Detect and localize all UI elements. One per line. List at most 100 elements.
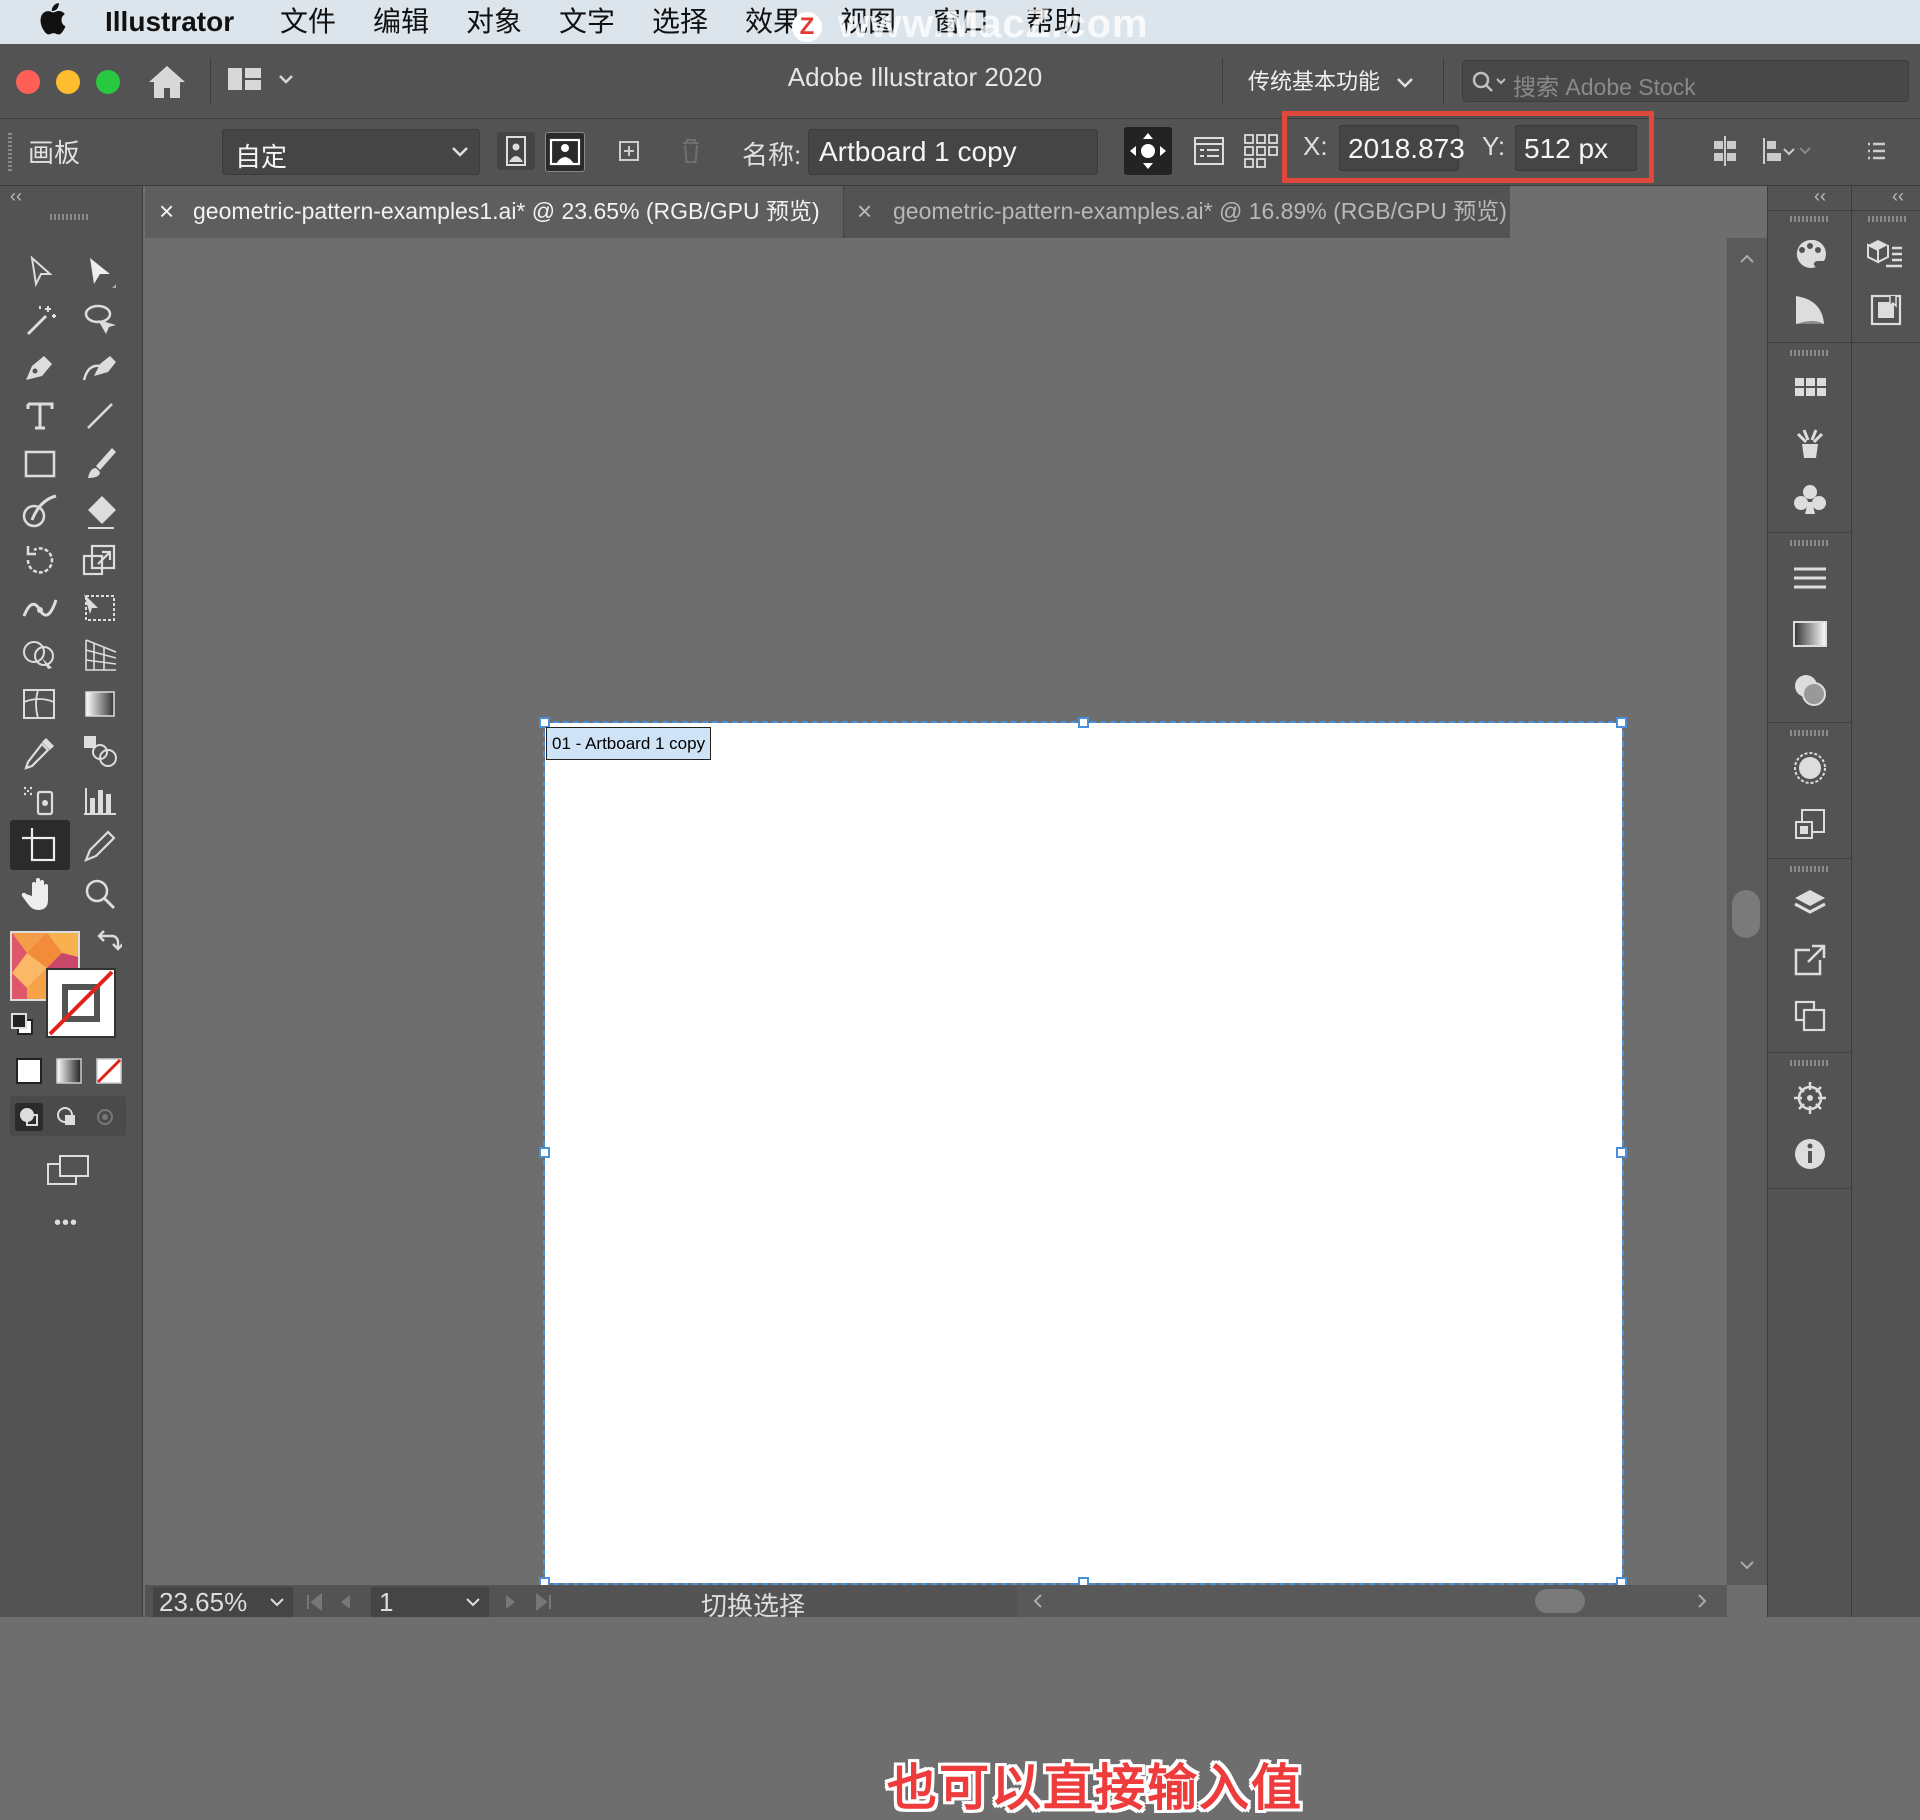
panel-group-grip[interactable] xyxy=(1790,540,1830,546)
distribute-icon[interactable] xyxy=(1758,132,1814,170)
color-guide-icon[interactable] xyxy=(1790,290,1830,330)
home-icon[interactable] xyxy=(146,62,188,102)
collapse-toolbar-button[interactable]: ‹‹ xyxy=(10,186,22,207)
draw-normal-icon[interactable] xyxy=(14,1102,44,1132)
panel-group-grip[interactable] xyxy=(1790,350,1830,356)
layers-panel-icon[interactable] xyxy=(1790,884,1830,924)
resize-handle-n[interactable] xyxy=(1078,717,1089,728)
previous-artboard-icon[interactable] xyxy=(337,1593,353,1611)
transparency-panel-icon[interactable] xyxy=(1790,670,1830,710)
type-tool-icon[interactable] xyxy=(18,394,62,438)
artboard-number-select[interactable]: 1 xyxy=(371,1587,489,1617)
direct-selection-tool-icon[interactable] xyxy=(78,250,122,294)
menu-select[interactable]: 选择 xyxy=(652,4,708,40)
zoom-select[interactable]: 23.65% xyxy=(153,1587,293,1617)
panel-group-grip[interactable] xyxy=(1790,216,1830,222)
first-artboard-icon[interactable] xyxy=(305,1593,325,1611)
y-position-field[interactable]: 512 px xyxy=(1515,125,1637,171)
menu-type[interactable]: 文字 xyxy=(559,4,615,40)
scroll-right-icon[interactable] xyxy=(1697,1593,1709,1609)
panel-group-grip[interactable] xyxy=(1868,216,1906,222)
navigator-panel-icon[interactable] xyxy=(1790,1078,1830,1118)
scroll-up-icon[interactable] xyxy=(1739,252,1755,264)
panel-group-grip[interactable] xyxy=(1790,730,1830,736)
artboard-tool-icon[interactable] xyxy=(18,824,62,868)
libraries-panel-icon[interactable] xyxy=(1866,234,1906,274)
info-panel-icon[interactable] xyxy=(1790,1134,1830,1174)
eyedropper-tool-icon[interactable] xyxy=(18,730,62,774)
menu-edit[interactable]: 编辑 xyxy=(373,4,429,40)
control-bar-grip[interactable] xyxy=(8,133,12,171)
align-icon[interactable] xyxy=(1706,132,1744,170)
vertical-scrollbar[interactable] xyxy=(1727,238,1767,1585)
mesh-tool-icon[interactable] xyxy=(18,682,62,726)
tab-close-icon[interactable]: × xyxy=(159,186,174,236)
export-asset-icon[interactable] xyxy=(1790,940,1830,980)
paintbrush-tool-icon[interactable] xyxy=(78,442,122,486)
tab-close-icon[interactable]: × xyxy=(857,186,872,236)
artboard-options-icon[interactable] xyxy=(1190,132,1228,170)
swatches-panel-icon[interactable] xyxy=(1790,368,1830,408)
rotate-tool-icon[interactable] xyxy=(18,538,62,582)
window-minimize-button[interactable] xyxy=(56,70,80,94)
scale-tool-icon[interactable] xyxy=(78,538,122,582)
slice-tool-icon[interactable] xyxy=(78,824,122,868)
draw-inside-icon[interactable] xyxy=(90,1102,120,1132)
pen-tool-icon[interactable] xyxy=(18,346,62,390)
artboard-name-field[interactable]: Artboard 1 copy xyxy=(808,129,1098,175)
artboard[interactable] xyxy=(543,721,1624,1585)
zoom-tool-icon[interactable] xyxy=(78,872,122,916)
stock-search-field[interactable]: 搜索 Adobe Stock xyxy=(1462,60,1909,102)
lasso-tool-icon[interactable] xyxy=(78,298,122,342)
graphic-styles-icon[interactable] xyxy=(1790,804,1830,844)
rearrange-artboards-icon[interactable] xyxy=(1242,132,1280,170)
control-bar-menu-icon[interactable] xyxy=(1856,132,1894,170)
gradient-mode-icon[interactable] xyxy=(54,1056,84,1086)
column-graph-tool-icon[interactable] xyxy=(78,778,122,822)
window-close-button[interactable] xyxy=(16,70,40,94)
workspace-layout-icon[interactable] xyxy=(226,66,294,96)
shaper-tool-icon[interactable] xyxy=(18,490,62,534)
landscape-orientation-button[interactable] xyxy=(545,132,585,172)
screen-mode-icon[interactable] xyxy=(44,1152,94,1190)
window-zoom-button[interactable] xyxy=(96,70,120,94)
menu-app-name[interactable]: Illustrator xyxy=(105,4,234,40)
asset-export-panel-icon[interactable] xyxy=(1866,290,1906,330)
gradient-tool-icon[interactable] xyxy=(78,682,122,726)
tab-document-1[interactable]: × geometric-pattern-examples1.ai* @ 23.6… xyxy=(145,186,844,238)
panel-group-grip[interactable] xyxy=(1790,866,1830,872)
collapse-dock-button[interactable]: ‹‹ xyxy=(1892,186,1904,207)
brushes-panel-icon[interactable] xyxy=(1790,424,1830,464)
last-artboard-icon[interactable] xyxy=(533,1593,553,1611)
new-artboard-icon[interactable] xyxy=(610,132,648,170)
move-with-artboard-icon[interactable] xyxy=(1124,127,1172,175)
hand-tool-icon[interactable] xyxy=(18,872,62,916)
menu-file[interactable]: 文件 xyxy=(280,4,336,40)
stroke-swatch[interactable] xyxy=(46,968,116,1038)
appearance-panel-icon[interactable] xyxy=(1790,748,1830,788)
apple-icon[interactable] xyxy=(38,2,66,36)
default-fill-stroke-icon[interactable] xyxy=(10,1012,36,1038)
magic-wand-tool-icon[interactable] xyxy=(18,298,62,342)
gradient-panel-icon[interactable] xyxy=(1790,614,1830,654)
curvature-tool-icon[interactable] xyxy=(78,346,122,390)
draw-behind-icon[interactable] xyxy=(52,1102,82,1132)
workspace-switcher[interactable]: 传统基本功能 xyxy=(1248,64,1414,96)
toolbar-grip[interactable] xyxy=(50,214,90,220)
resize-handle-ne[interactable] xyxy=(1616,717,1627,728)
symbols-panel-icon[interactable] xyxy=(1790,480,1830,520)
resize-handle-w[interactable] xyxy=(539,1147,550,1158)
line-segment-tool-icon[interactable] xyxy=(78,394,122,438)
selection-tool-icon[interactable] xyxy=(18,250,62,294)
stroke-panel-icon[interactable] xyxy=(1790,558,1830,598)
width-tool-icon[interactable] xyxy=(18,586,62,630)
horizontal-scroll-thumb[interactable] xyxy=(1535,1589,1585,1613)
artboards-panel-icon[interactable] xyxy=(1790,996,1830,1036)
swap-fill-stroke-icon[interactable] xyxy=(96,928,122,954)
menu-object[interactable]: 对象 xyxy=(466,4,522,40)
preset-select[interactable]: 自定 xyxy=(222,129,480,175)
scroll-down-icon[interactable] xyxy=(1739,1560,1755,1572)
next-artboard-icon[interactable] xyxy=(503,1593,519,1611)
tab-document-2[interactable]: × geometric-pattern-examples.ai* @ 16.89… xyxy=(845,186,1510,238)
vertical-scroll-thumb[interactable] xyxy=(1732,890,1760,938)
